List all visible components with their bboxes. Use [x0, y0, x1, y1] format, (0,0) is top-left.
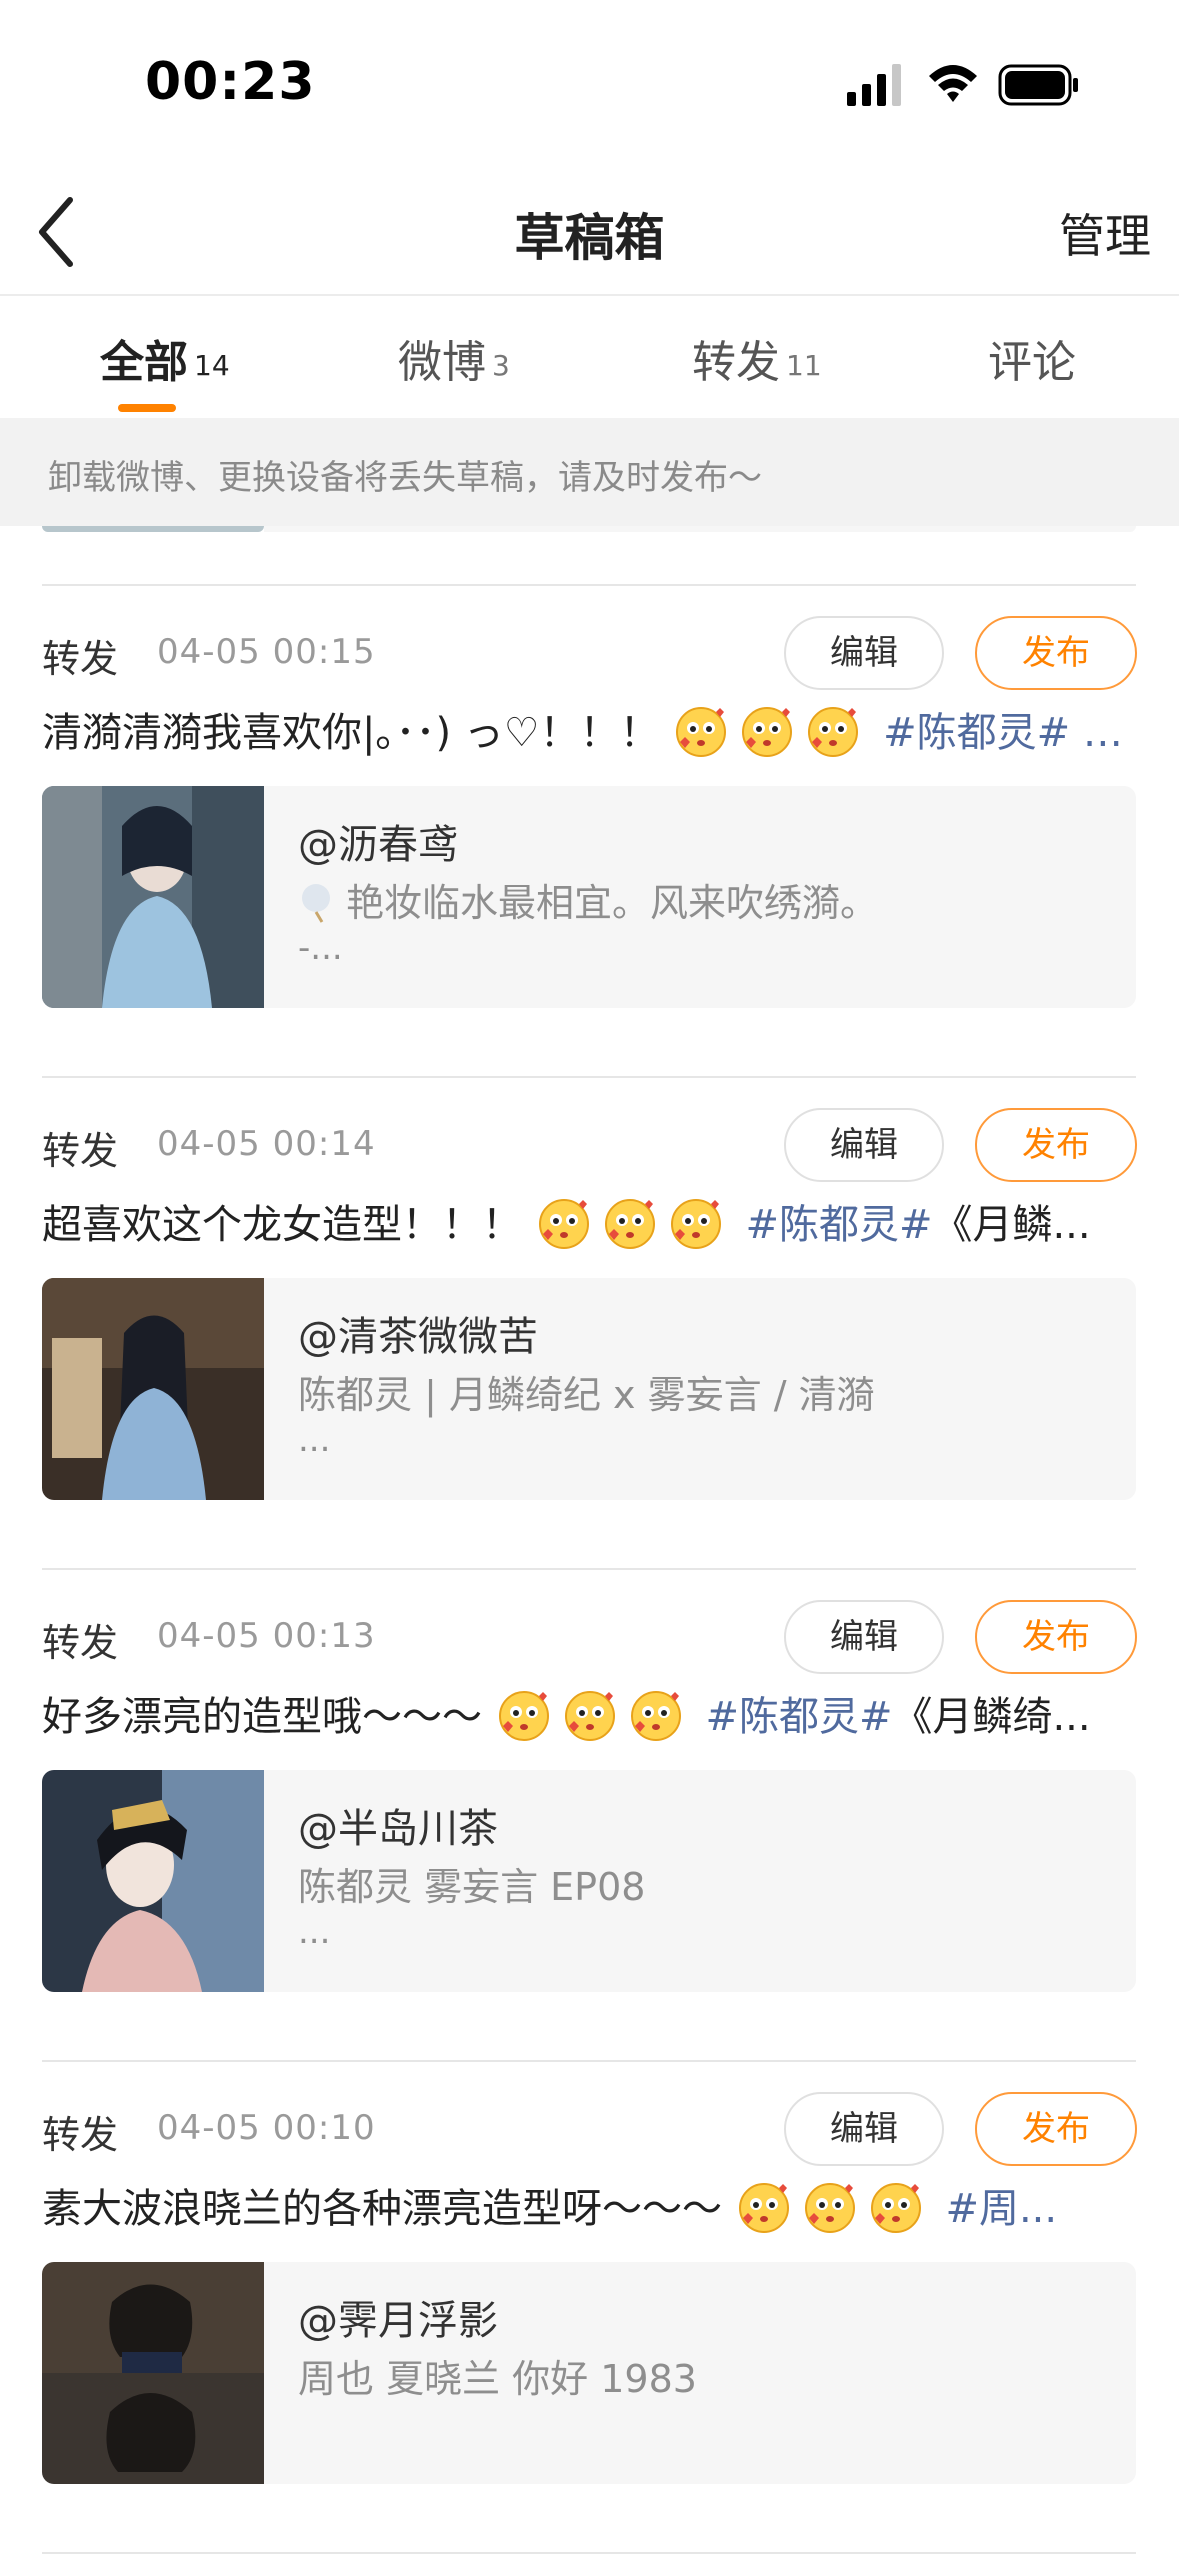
edit-button[interactable]: 编辑 — [784, 2092, 944, 2166]
moon-fan-icon — [302, 884, 330, 923]
topic-tag[interactable]: #周... — [945, 2186, 1057, 2232]
topic-tag[interactable]: #陈都灵# … — [883, 710, 1123, 756]
draft-warning-text: 卸载微博、更换设备将丢失草稿，请及时发布～ — [48, 458, 762, 498]
draft-warning-banner: 卸载微博、更换设备将丢失草稿，请及时发布～ — [0, 418, 1179, 526]
draft-content: 素大波浪晓兰的各种漂亮造型呀～～～ #周... — [42, 2174, 1142, 2244]
battery-icon — [998, 64, 1078, 106]
hearts-face-emoji-icon — [804, 2183, 855, 2233]
hearts-face-emoji-icon — [742, 707, 793, 757]
draft-date: 04-05 00:14 — [157, 1124, 376, 1164]
draft-text: 好多漂亮的造型哦～～～ — [42, 1694, 482, 1740]
divider — [42, 2552, 1136, 2554]
repost-card[interactable]: @半岛川茶 陈都灵 雾妄言 EP08 ... — [42, 1770, 1136, 1992]
hearts-face-emoji-icon — [538, 1199, 589, 1249]
manage-button[interactable]: 管理 — [1059, 200, 1151, 266]
draft-text: 素大波浪晓兰的各种漂亮造型呀～～～ — [42, 2186, 722, 2232]
partial-card — [264, 526, 1136, 532]
draft-content: 清漪清漪我喜欢你|｡･･) っ♡！！！ #陈都灵# … — [42, 698, 1142, 768]
draft-tail: 《月鳞... — [932, 1202, 1091, 1248]
draft-text: 超喜欢这个龙女造型！！！ — [42, 1202, 522, 1248]
draft-tail: 《月鳞绮... — [892, 1694, 1091, 1740]
repost-text: 陈都灵 | 月鳞绮纪 x 雾妄言 / 清漪 — [298, 1373, 875, 1417]
publish-button[interactable]: 发布 — [975, 1108, 1137, 1182]
repost-username: @清茶微微苦 — [298, 1314, 538, 1360]
hearts-face-emoji-icon — [498, 1691, 549, 1741]
repost-username: @沥春鸢 — [298, 822, 458, 868]
page-title: 草稿箱 — [514, 209, 665, 267]
topic-tag[interactable]: #陈都灵# — [745, 1202, 932, 1248]
draft-date: 04-05 00:10 — [157, 2108, 376, 2148]
hearts-face-emoji-icon — [630, 1691, 681, 1741]
hearts-face-emoji-icon — [670, 1199, 721, 1249]
tab-label: 评论 — [988, 337, 1076, 388]
draft-item[interactable]: 转发 04-05 00:10 编辑 发布 素大波浪晓兰的各种漂亮造型呀～～～ #… — [0, 2062, 1179, 2552]
tab-all[interactable]: 全部 14 — [100, 326, 230, 390]
edit-button[interactable]: 编辑 — [784, 1600, 944, 1674]
tab-repost[interactable]: 转发 11 — [692, 326, 822, 390]
draft-content: 好多漂亮的造型哦～～～ #陈都灵#《月鳞绮... — [42, 1682, 1142, 1752]
draft-item[interactable]: 转发 04-05 00:13 编辑 发布 好多漂亮的造型哦～～～ #陈都灵#《月… — [0, 1570, 1179, 2060]
repost-text-body: 艳妆临水最相宜。风来吹绣漪。 — [346, 881, 879, 925]
draft-item[interactable]: 转发 04-05 00:14 编辑 发布 超喜欢这个龙女造型！！！ #陈都灵#《… — [0, 1078, 1179, 1568]
draft-date: 04-05 00:15 — [157, 632, 376, 672]
tab-weibo[interactable]: 微博 3 — [398, 326, 510, 390]
hearts-face-emoji-icon — [870, 2183, 921, 2233]
draft-type: 转发 — [42, 1129, 119, 1173]
tab-label: 全部 — [100, 337, 188, 388]
publish-button[interactable]: 发布 — [975, 2092, 1137, 2166]
partial-thumbnail — [42, 526, 264, 532]
publish-button[interactable]: 发布 — [975, 616, 1137, 690]
hearts-face-emoji-icon — [604, 1199, 655, 1249]
repost-card[interactable]: @沥春鸢 艳妆临水最相宜。风来吹绣漪。 -... — [42, 786, 1136, 1008]
repost-thumbnail — [42, 1770, 264, 1992]
cellular-signal-icon — [847, 64, 901, 106]
edit-button[interactable]: 编辑 — [784, 1108, 944, 1182]
repost-thumbnail — [42, 1278, 264, 1500]
repost-username: @半岛川茶 — [298, 1806, 498, 1852]
repost-more: -... — [298, 928, 343, 968]
draft-item[interactable]: 转发 04-05 00:15 编辑 发布 清漪清漪我喜欢你|｡･･) っ♡！！！… — [0, 586, 1179, 1076]
hearts-face-emoji-icon — [564, 1691, 615, 1741]
repost-thumbnail — [42, 2262, 264, 2484]
repost-text: 陈都灵 雾妄言 EP08 — [298, 1865, 646, 1909]
repost-text: 艳妆临水最相宜。风来吹绣漪。 — [298, 872, 1118, 927]
tab-label: 微博 — [398, 337, 486, 388]
wifi-icon — [929, 65, 977, 102]
topic-tag[interactable]: #陈都灵# — [705, 1694, 892, 1740]
tab-label: 转发 — [692, 337, 780, 388]
nav-bar: 草稿箱 管理 — [0, 170, 1179, 296]
active-tab-indicator — [118, 404, 176, 412]
status-time: 00:23 — [145, 52, 316, 112]
tab-count: 3 — [492, 349, 510, 382]
repost-more: ... — [298, 1912, 331, 1952]
hearts-face-emoji-icon — [738, 2183, 789, 2233]
repost-more: ... — [298, 1420, 331, 1460]
publish-button[interactable]: 发布 — [975, 1600, 1137, 1674]
hearts-face-emoji-icon — [808, 707, 859, 757]
repost-username: @霁月浮影 — [298, 2298, 498, 2344]
tab-bar: 全部 14 微博 3 转发 11 评论 — [0, 296, 1179, 418]
draft-type: 转发 — [42, 1621, 119, 1665]
repost-card[interactable]: @清茶微微苦 陈都灵 | 月鳞绮纪 x 雾妄言 / 清漪 ... — [42, 1278, 1136, 1500]
repost-text: 周也 夏晓兰 你好 1983 — [298, 2357, 697, 2401]
draft-text: 清漪清漪我喜欢你|｡･･) っ♡！！！ — [42, 710, 660, 756]
edit-button[interactable]: 编辑 — [784, 616, 944, 690]
tab-count: 14 — [194, 349, 230, 382]
draft-content: 超喜欢这个龙女造型！！！ #陈都灵#《月鳞... — [42, 1190, 1142, 1260]
tab-count: 11 — [786, 349, 822, 382]
tab-comment[interactable]: 评论 — [988, 326, 1076, 390]
hearts-face-emoji-icon — [676, 707, 727, 757]
draft-type: 转发 — [42, 637, 119, 681]
draft-type: 转发 — [42, 2113, 119, 2157]
repost-thumbnail — [42, 786, 264, 1008]
draft-date: 04-05 00:13 — [157, 1616, 376, 1656]
status-bar: 00:23 — [0, 0, 1179, 170]
repost-card[interactable]: @霁月浮影 周也 夏晓兰 你好 1983 — [42, 2262, 1136, 2484]
